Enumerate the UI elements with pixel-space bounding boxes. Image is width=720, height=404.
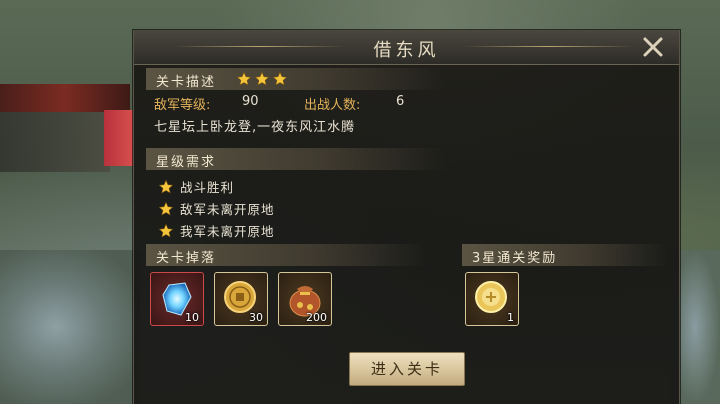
drops-header: 关卡掉落 [146,244,426,266]
drop-item-crystal[interactable]: 10 [150,272,204,326]
star-icon [272,71,288,87]
drop-qty: 200 [306,311,327,324]
enemy-level-label: 敌军等级: [154,98,211,113]
troops-label: 出战人数: [304,98,361,113]
stage-desc-header: 关卡描述 [146,68,446,90]
stage-description: 七星坛上卧龙登,一夜东风江水腾 [154,120,356,135]
star-icon [158,223,174,239]
star-icon [236,71,252,87]
reward-item-token[interactable]: 1 [465,272,519,326]
enter-stage-button[interactable]: 进入关卡 [349,352,465,386]
star-req-header: 星级需求 [146,148,446,170]
close-button[interactable] [639,34,667,60]
drop-item-bag[interactable]: 200 [278,272,332,326]
troops-value: 6 [396,94,405,109]
star-icon [158,179,174,195]
star-icon [254,71,270,87]
stage-info-dialog: 借东风 关卡描述 敌军等级: 90 出战人数: 6 七星坛上卧龙登,一夜东风江水… [133,30,680,404]
star-req-item: 敌军未离开原地 [158,199,275,218]
drops-title: 关卡掉落 [156,251,217,266]
reward-qty: 1 [507,311,514,324]
stage-desc-title: 关卡描述 [156,75,217,90]
star-req-title: 星级需求 [156,155,217,170]
drop-qty: 10 [185,311,199,324]
drop-qty: 30 [249,311,263,324]
reward-header: 3星通关奖励 [462,244,667,266]
reward-title: 3星通关奖励 [472,251,558,266]
drop-item-coin[interactable]: 30 [214,272,268,326]
star-icon [158,201,174,217]
star-req-item: 我军未离开原地 [158,221,275,240]
star-req-item: 战斗胜利 [158,177,234,196]
dialog-title: 借东风 [373,40,440,61]
close-icon [643,37,663,57]
enemy-level-value: 90 [242,94,259,109]
dialog-title-bar: 借东风 [134,30,679,65]
earned-stars [236,71,290,91]
